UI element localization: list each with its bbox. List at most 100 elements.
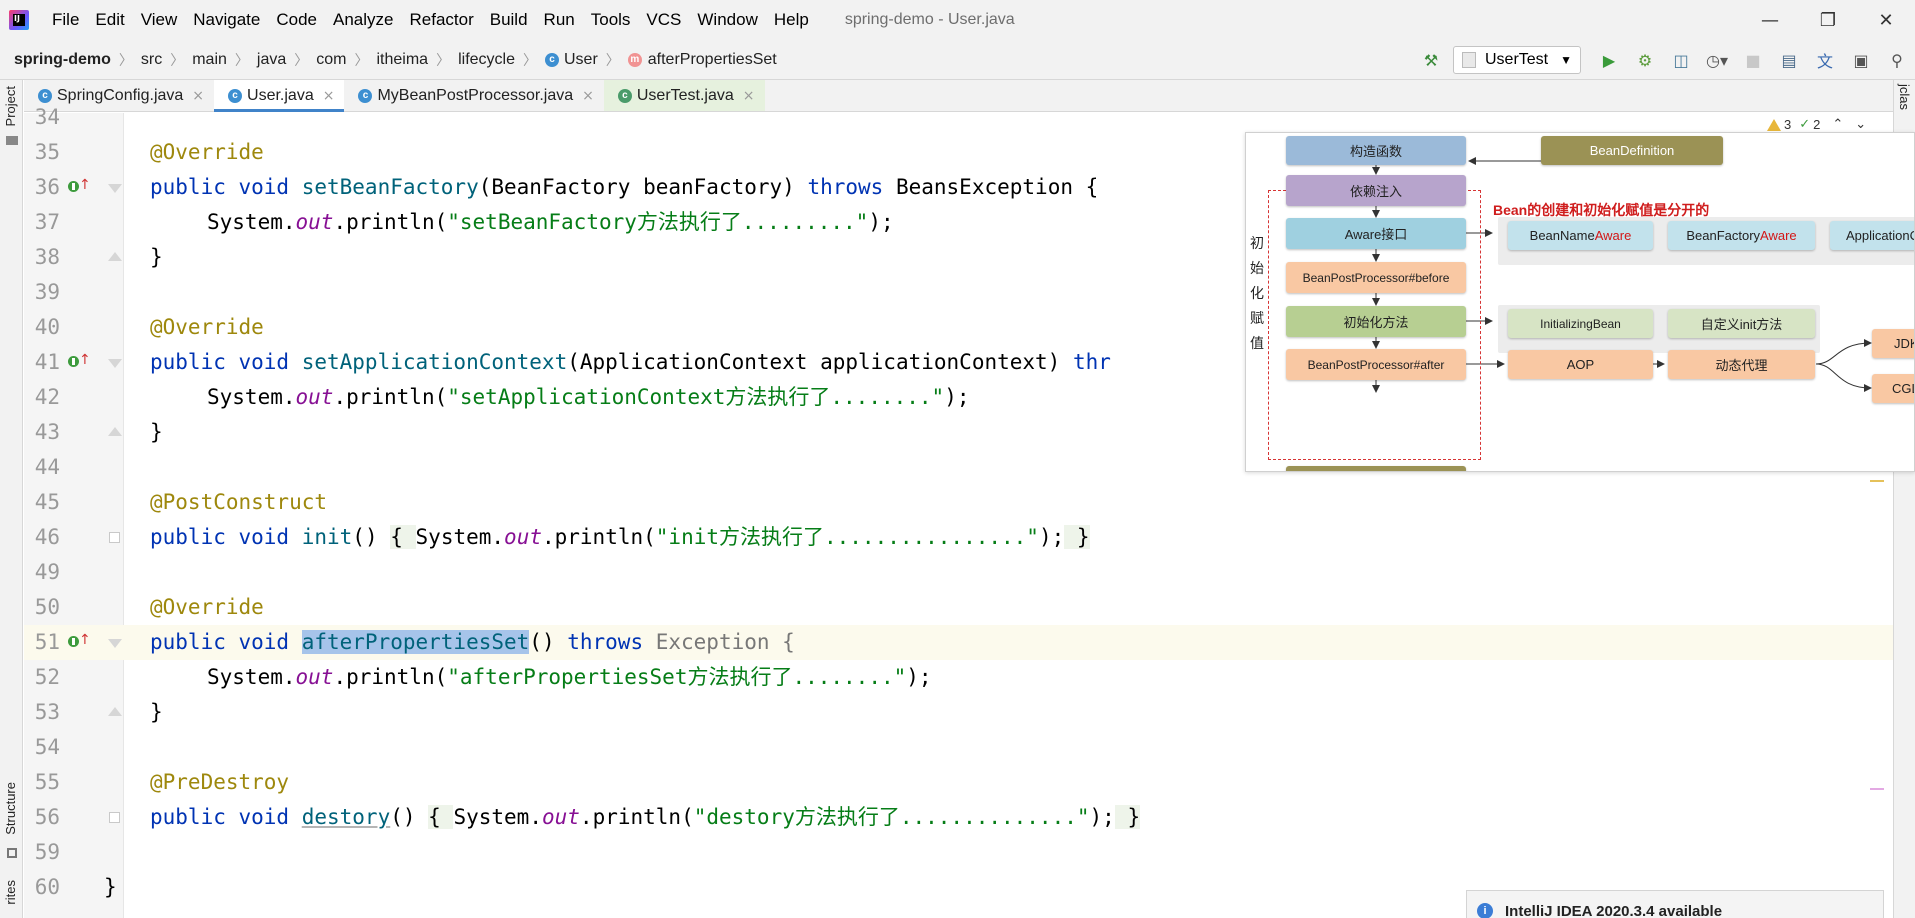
notification-text: IntelliJ IDEA 2020.3.4 available <box>1505 903 1723 918</box>
menu-help[interactable]: Help <box>766 10 817 30</box>
menu-code[interactable]: Code <box>268 10 325 30</box>
translate-icon[interactable]: 文 <box>1814 49 1836 71</box>
fold-icon[interactable] <box>108 639 122 648</box>
menu-vcs[interactable]: VCS <box>638 10 689 30</box>
breadcrumb-method[interactable]: m afterPropertiesSet <box>627 50 777 69</box>
code-text: @Override <box>150 595 264 619</box>
application-context-aware-box: ApplicationC <box>1830 221 1914 250</box>
line-number: 55 <box>34 770 60 794</box>
line-number: 37 <box>34 210 60 234</box>
main-toolbar: ⚒ UserTest ▼ ▶ ⚙ ◫ ◷▾ ■ ▤ 文 ▣ ⚲ <box>1413 40 1915 80</box>
implements-method-icon[interactable]: ↑ <box>68 353 91 371</box>
cglib-proxy-box: CGLI <box>1872 374 1914 403</box>
line-number: 54 <box>34 735 60 759</box>
run-icon[interactable]: ▶ <box>1598 49 1620 71</box>
line-number: 50 <box>34 595 60 619</box>
line-number: 53 <box>34 700 60 724</box>
project-structure-icon[interactable]: ▤ <box>1778 49 1800 71</box>
minimize-icon[interactable]: — <box>1741 0 1799 40</box>
fold-icon[interactable] <box>109 532 120 543</box>
menu-tools[interactable]: Tools <box>583 10 639 30</box>
line-number: 49 <box>34 560 60 584</box>
chevron-up-icon[interactable]: ⌃ <box>1832 117 1843 132</box>
build-hammer-icon[interactable]: ⚒ <box>1420 49 1442 71</box>
menu-build[interactable]: Build <box>482 10 536 30</box>
breadcrumb-src[interactable]: src <box>141 51 162 69</box>
scrollbar-marker[interactable] <box>1870 788 1884 790</box>
stop-icon[interactable]: ■ <box>1742 49 1764 71</box>
structure-tool-tab[interactable]: Structure <box>3 782 18 835</box>
code-line: 54 <box>24 730 1893 765</box>
menu-run[interactable]: Run <box>536 10 583 30</box>
implements-method-icon[interactable]: ↑ <box>68 178 91 196</box>
selected-method-name: afterPropertiesSet <box>301 630 530 654</box>
fold-icon[interactable] <box>108 252 122 261</box>
menu-analyze[interactable]: Analyze <box>325 10 401 30</box>
code-text: public void setApplicationContext(Applic… <box>150 350 1111 374</box>
profile-icon[interactable]: ◷▾ <box>1706 49 1728 71</box>
breadcrumb-lifecycle[interactable]: lifecycle <box>458 51 515 69</box>
chevron-right-icon: 〉 <box>436 52 451 69</box>
implements-method-icon[interactable]: ↑ <box>68 633 91 651</box>
line-number: 51 <box>34 630 60 654</box>
code-line: 55 @PreDestroy <box>24 765 1893 800</box>
breadcrumb-class[interactable]: c User <box>544 51 598 69</box>
bean-lifecycle-diagram: 构造函数 BeanDefinition 依赖注入 Bean的创建和初始化赋值是分… <box>1245 132 1915 472</box>
line-number: 35 <box>34 140 60 164</box>
line-number: 45 <box>34 490 60 514</box>
intellij-logo-icon[interactable]: IJ <box>9 10 29 30</box>
chevron-right-icon: 〉 <box>522 52 537 69</box>
run-configuration-select[interactable]: UserTest ▼ <box>1453 46 1581 74</box>
fold-icon[interactable] <box>108 707 122 716</box>
breadcrumb-project[interactable]: spring-demo <box>14 51 111 69</box>
presentation-icon[interactable]: ▣ <box>1850 49 1872 71</box>
info-icon: i <box>1477 903 1493 918</box>
menu-view[interactable]: View <box>133 10 186 30</box>
debug-icon[interactable]: ⚙ <box>1634 49 1656 71</box>
fold-icon[interactable] <box>109 812 120 823</box>
scrollbar-marker[interactable] <box>1870 480 1884 482</box>
close-icon[interactable]: ✕ <box>1857 0 1915 40</box>
breadcrumb-itheima[interactable]: itheima <box>377 51 429 69</box>
code-text: public void afterPropertiesSet() throws … <box>150 630 795 654</box>
menu-navigate[interactable]: Navigate <box>185 10 268 30</box>
inspection-widget[interactable]: 3 ✓ 2 ⌃ ⌄ <box>1767 117 1866 132</box>
line-number: 44 <box>34 455 60 479</box>
chevron-right-icon: 〉 <box>118 52 133 69</box>
code-text: System.out.println("setBeanFactory方法执行了.… <box>207 210 894 234</box>
current-code-line: 51 ↑ public void afterPropertiesSet() th… <box>24 625 1893 660</box>
fold-icon[interactable] <box>108 184 122 193</box>
menu-window[interactable]: Window <box>689 10 765 30</box>
bean-name-aware-box: BeanName Aware <box>1508 221 1653 250</box>
code-text: } <box>150 245 163 269</box>
menu-edit[interactable]: Edit <box>87 10 132 30</box>
update-notification[interactable]: i IntelliJ IDEA 2020.3.4 available <box>1466 890 1884 918</box>
jclasslib-tool-tab[interactable]: jclas <box>1897 84 1912 110</box>
menu-file[interactable]: File <box>44 10 87 30</box>
project-tool-tab[interactable]: Project <box>3 86 18 126</box>
code-line: 56 public void destory() { System.out.pr… <box>24 800 1893 835</box>
code-text: System.out.println("setApplicationContex… <box>207 385 970 409</box>
favorites-tool-tab[interactable]: rites <box>3 880 18 905</box>
menu-refactor[interactable]: Refactor <box>401 10 481 30</box>
chevron-down-icon[interactable]: ⌄ <box>1855 117 1866 132</box>
breadcrumb-method-label: afterPropertiesSet <box>647 50 777 68</box>
restore-icon[interactable]: ❐ <box>1799 0 1857 40</box>
line-number: 41 <box>34 350 60 374</box>
aop-box: AOP <box>1508 350 1653 379</box>
custom-init-box: 自定义init方法 <box>1668 309 1815 338</box>
breadcrumb-main[interactable]: main <box>192 51 227 69</box>
code-line: 50 @Override <box>24 590 1893 625</box>
fold-icon[interactable] <box>108 427 122 436</box>
breadcrumb-com[interactable]: com <box>316 51 346 69</box>
line-number: 46 <box>34 525 60 549</box>
fold-icon[interactable] <box>108 359 122 368</box>
jdk-proxy-box: JDK <box>1872 329 1914 358</box>
coverage-icon[interactable]: ◫ <box>1670 49 1692 71</box>
breadcrumb-java[interactable]: java <box>257 51 286 69</box>
line-number: 52 <box>34 665 60 689</box>
class-icon: c <box>544 52 559 67</box>
bean-factory-aware-box: BeanFactory Aware <box>1668 221 1815 250</box>
search-icon[interactable]: ⚲ <box>1886 49 1908 71</box>
line-number: 43 <box>34 420 60 444</box>
